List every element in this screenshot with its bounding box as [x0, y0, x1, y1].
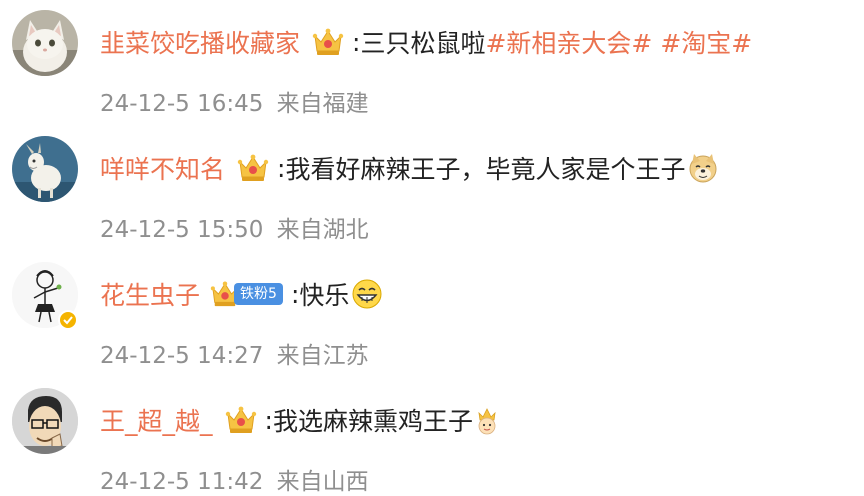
username[interactable]: 花生虫子 [100, 276, 200, 312]
location: 来自山西 [276, 469, 369, 495]
crown-icon [225, 405, 257, 435]
comment-meta: 24-12-5 15:50 来自湖北 [100, 210, 369, 244]
username[interactable]: 韭菜饺吃播收藏家 [100, 24, 300, 60]
comment-content: 花生虫子 铁粉5 : 快乐 [100, 274, 383, 314]
hashtag-link[interactable]: #新相亲大会# [485, 24, 652, 60]
username[interactable]: 王_超_越_ [100, 402, 213, 438]
colon-separator: : [352, 27, 361, 57]
verified-icon [58, 310, 78, 330]
comment-item: 咩咩不知名 : 我看好麻辣王子，毕竟人家是个王子 24-12-5 15:50 来… [0, 126, 864, 244]
crown-icon [237, 153, 269, 183]
colon-separator: : [290, 279, 300, 309]
comment-text: 三只松鼠啦 [360, 29, 486, 58]
doge-emoji-icon [687, 152, 719, 184]
crown-icon [312, 27, 344, 57]
comment-item: 韭菜饺吃播收藏家 : 三只松鼠啦 #新相亲大会# #淘宝# 24-12-5 16… [0, 0, 864, 118]
avatar[interactable] [12, 10, 78, 76]
avatar[interactable] [12, 388, 78, 454]
avatar[interactable] [12, 136, 78, 202]
white-cat-avatar-icon [12, 10, 78, 76]
comment-meta: 24-12-5 14:27 来自江苏 [100, 336, 369, 370]
fan-level-label: 铁粉5 [234, 283, 283, 305]
location: 来自湖北 [276, 217, 369, 243]
prince-emoji-icon [475, 405, 499, 435]
comment-text: 快乐 [299, 281, 350, 310]
location: 来自福建 [276, 91, 369, 117]
comment-content: 王_超_越_ : 我选麻辣熏鸡王子 [100, 400, 499, 440]
comment-item: 王_超_越_ : 我选麻辣熏鸡王子 24-12-5 11:42 来自山西 [0, 378, 864, 496]
comment-item: 花生虫子 铁粉5 : 快乐 24-12-5 14:27 来自江苏 [0, 252, 864, 370]
timestamp: 24-12-5 15:50 [100, 217, 264, 243]
comment-content: 韭菜饺吃播收藏家 : 三只松鼠啦 #新相亲大会# #淘宝# [100, 22, 752, 62]
colon-separator: : [264, 405, 273, 435]
timestamp: 24-12-5 11:42 [100, 469, 264, 495]
grin-emoji-icon [351, 278, 383, 310]
comment-text: 我选麻辣熏鸡王子 [272, 407, 473, 436]
colon-separator: : [277, 153, 286, 183]
location: 来自江苏 [276, 343, 369, 369]
comment-meta: 24-12-5 11:42 来自山西 [100, 462, 369, 496]
comment-meta: 24-12-5 16:45 来自福建 [100, 84, 369, 118]
goat-avatar-icon [12, 136, 78, 202]
comment-text: 我看好麻辣王子，毕竟人家是个王子 [285, 155, 686, 184]
timestamp: 24-12-5 14:27 [100, 343, 264, 369]
fan-badge[interactable]: 铁粉5 [210, 280, 283, 308]
timestamp: 24-12-5 16:45 [100, 91, 264, 117]
comment-content: 咩咩不知名 : 我看好麻辣王子，毕竟人家是个王子 [100, 148, 719, 188]
hashtag-gap [652, 28, 660, 57]
cartoon-man-avatar-icon [12, 388, 78, 454]
hashtag-link[interactable]: #淘宝# [660, 24, 752, 60]
username[interactable]: 咩咩不知名 [100, 150, 225, 186]
comment-list: 韭菜饺吃播收藏家 : 三只松鼠啦 #新相亲大会# #淘宝# 24-12-5 16… [0, 0, 864, 496]
